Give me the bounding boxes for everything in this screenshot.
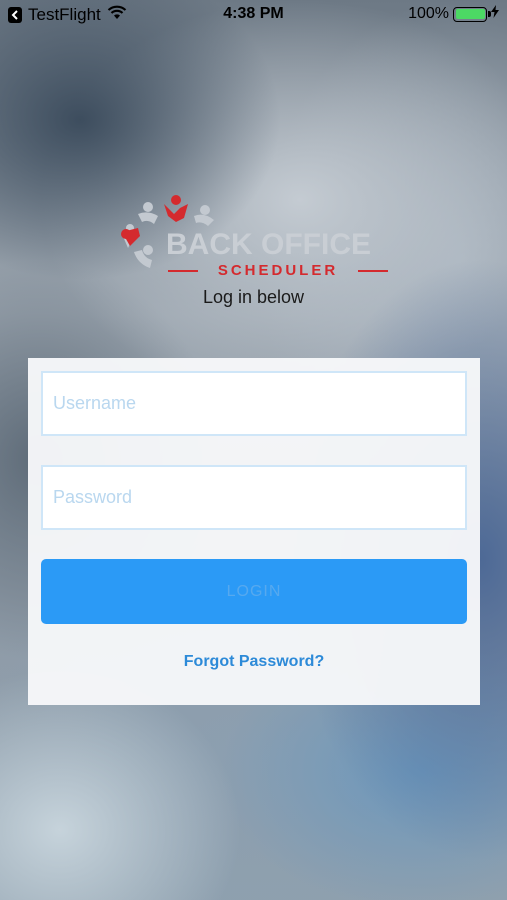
status-bar: TestFlight 4:38 PM 100% [0, 0, 507, 30]
battery-status: 100% [408, 5, 499, 23]
logo-subtitle: SCHEDULER [217, 262, 339, 279]
logo-title: BACK OFFICE [166, 228, 371, 261]
logo-subtitle-row: SCHEDULER [168, 262, 388, 279]
app-logo: BACK OFFICE SCHEDULER [118, 192, 390, 282]
login-tagline: Log in below [202, 287, 305, 307]
forgot-password-link[interactable]: Forgot Password? [28, 653, 480, 671]
logo-divider-right [358, 270, 388, 272]
login-card: LOGIN Forgot Password? [28, 358, 480, 705]
username-input[interactable] [41, 371, 467, 436]
login-button[interactable]: LOGIN [41, 559, 467, 624]
battery-icon [453, 6, 491, 22]
password-input[interactable] [41, 465, 467, 530]
charging-bolt-icon [491, 5, 499, 23]
battery-percent: 100% [408, 5, 449, 22]
